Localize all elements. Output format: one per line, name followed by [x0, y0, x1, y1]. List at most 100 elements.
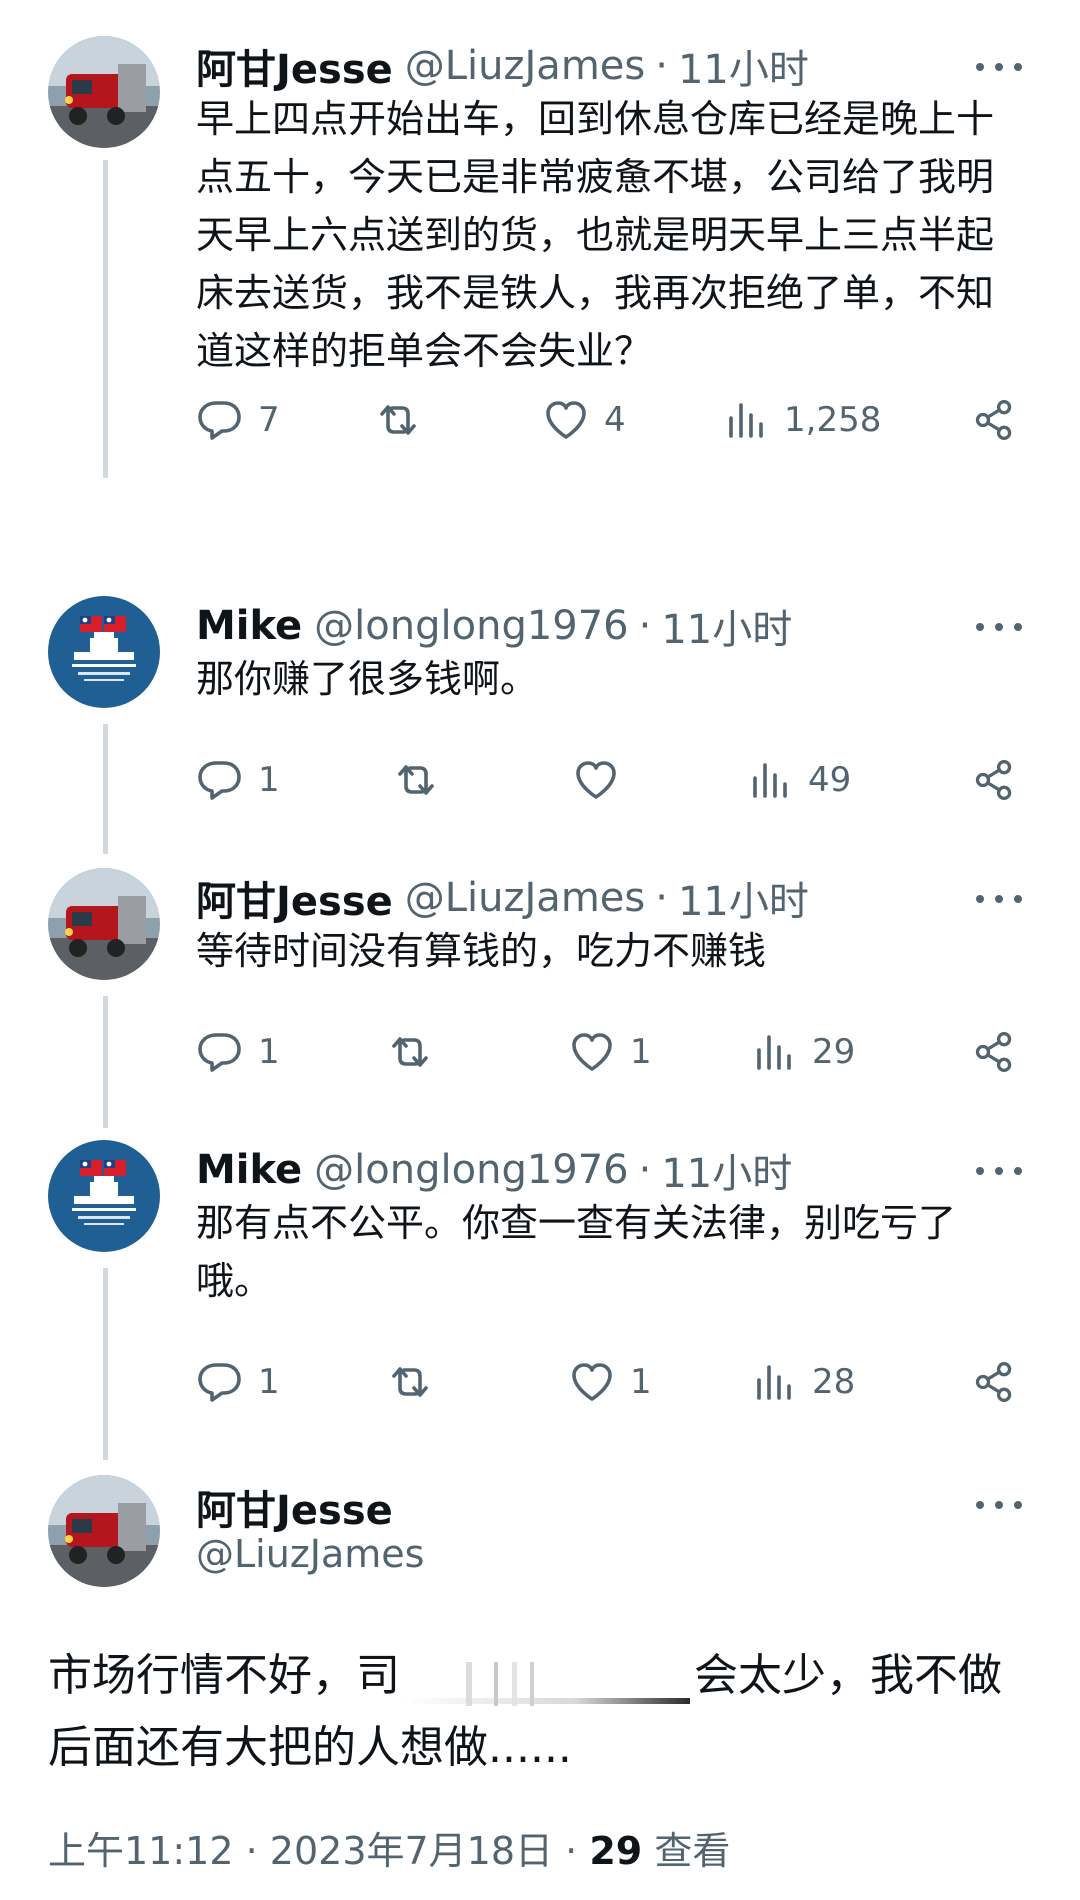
tweet-header: Mike @longlong1976 · 11小时 — [196, 1140, 792, 1200]
separator: · — [565, 1829, 578, 1873]
user-handle[interactable]: @longlong1976 — [314, 1147, 628, 1193]
retweet-icon — [380, 405, 416, 435]
reply-icon — [198, 401, 241, 440]
reply-icon — [198, 761, 241, 800]
emblem-avatar[interactable] — [48, 1140, 160, 1252]
post-time[interactable]: 上午11:12 — [48, 1829, 234, 1873]
view-count: 1,258 — [784, 400, 882, 440]
views-label: 查看 — [654, 1829, 731, 1873]
more-icon[interactable] — [976, 52, 1022, 82]
user-handle[interactable]: @LiuzJames — [405, 43, 645, 89]
reply-button[interactable]: 1 — [196, 750, 280, 810]
views-icon — [729, 403, 763, 438]
like-button[interactable]: 1 — [568, 1352, 652, 1412]
like-button[interactable] — [572, 750, 634, 810]
thread-line — [103, 160, 108, 478]
tweet-text: 早上四点开始出车，回到休息仓库已经是晚上十点五十，今天已是非常疲惫不堪，公司给了… — [196, 97, 995, 373]
user-handle[interactable]: @longlong1976 — [314, 603, 628, 649]
more-icon[interactable] — [976, 884, 1022, 914]
retweet-button[interactable] — [386, 1022, 448, 1082]
retweet-icon — [392, 1037, 428, 1067]
action-bar: 1 1 28 — [196, 1352, 1036, 1412]
tweet-text: 那你赚了很多钱啊。 — [196, 657, 539, 701]
thread-line — [103, 1268, 108, 1460]
views-icon — [753, 763, 787, 798]
tweet-text: 那有点不公平。你查一查有关法律，别吃亏了哦。 — [196, 1201, 957, 1303]
more-icon[interactable] — [976, 1490, 1022, 1520]
user-handle[interactable]: @LiuzJames — [196, 1532, 424, 1576]
emblem-avatar[interactable] — [48, 596, 160, 708]
separator: · — [638, 603, 652, 649]
reply-button[interactable]: 1 — [196, 1022, 280, 1082]
action-bar: 1 1 29 — [196, 1022, 1036, 1082]
reply-count: 7 — [258, 400, 280, 440]
share-button[interactable] — [972, 1352, 1016, 1412]
view-count: 29 — [589, 1829, 643, 1873]
separator: · — [638, 1147, 652, 1193]
action-bar: 7 4 1,258 — [196, 390, 1036, 450]
views-button[interactable]: 49 — [746, 750, 851, 810]
user-handle[interactable]: @LiuzJames — [405, 875, 645, 921]
reply-button[interactable]: 1 — [196, 1352, 280, 1412]
reply-count: 1 — [258, 1032, 280, 1072]
views-icon — [757, 1035, 791, 1070]
like-count: 1 — [630, 1032, 652, 1072]
tweet-text: 等待时间没有算钱的，吃力不赚钱 — [196, 929, 767, 973]
separator: · — [655, 875, 668, 921]
views-button[interactable]: 28 — [750, 1352, 855, 1412]
like-count: 1 — [630, 1362, 652, 1402]
timestamp[interactable]: 11小时 — [678, 37, 809, 95]
reply-count: 1 — [258, 760, 280, 800]
heart-icon — [576, 761, 616, 799]
display-name[interactable]: 阿甘Jesse — [196, 37, 393, 95]
separator: · — [655, 43, 668, 89]
heart-icon — [572, 1033, 612, 1071]
tweet-header: Mike @longlong1976 · 11小时 — [196, 596, 792, 656]
reply-icon — [198, 1363, 241, 1402]
view-count: 29 — [812, 1032, 856, 1072]
like-button[interactable]: 4 — [542, 390, 626, 450]
more-icon[interactable] — [976, 1156, 1022, 1186]
views-icon — [757, 1365, 791, 1400]
share-button[interactable] — [972, 1022, 1016, 1082]
tweet-header: 阿甘Jesse @LiuzJames · 11小时 — [196, 36, 809, 96]
truck-avatar[interactable] — [48, 36, 160, 148]
reply-icon — [198, 1033, 241, 1072]
views-button[interactable]: 1,258 — [722, 390, 881, 450]
display-name[interactable]: 阿甘Jesse — [196, 869, 393, 927]
timestamp[interactable]: 11小时 — [678, 869, 809, 927]
reply-count: 1 — [258, 1362, 280, 1402]
timestamp[interactable]: 11小时 — [661, 1141, 792, 1199]
separator: · — [245, 1829, 258, 1873]
action-bar: 1 49 — [196, 750, 1036, 810]
retweet-button[interactable] — [374, 390, 436, 450]
more-icon[interactable] — [976, 612, 1022, 642]
thread-line — [103, 996, 108, 1128]
truck-avatar[interactable] — [48, 868, 160, 980]
display-name[interactable]: Mike — [196, 1147, 302, 1193]
share-icon — [975, 1032, 1012, 1072]
timestamp[interactable]: 11小时 — [661, 597, 792, 655]
display-name[interactable]: 阿甘Jesse — [196, 1478, 393, 1536]
retweet-button[interactable] — [392, 750, 454, 810]
reply-button[interactable]: 7 — [196, 390, 280, 450]
redacted-region — [404, 1656, 690, 1706]
share-button[interactable] — [972, 390, 1016, 450]
heart-icon — [572, 1363, 612, 1401]
display-name[interactable]: Mike — [196, 603, 302, 649]
views-button[interactable]: 29 — [750, 1022, 855, 1082]
retweet-button[interactable] — [386, 1352, 448, 1412]
heart-icon — [546, 401, 586, 439]
share-button[interactable] — [972, 750, 1016, 810]
share-icon — [975, 1362, 1012, 1402]
truck-avatar[interactable] — [48, 1475, 160, 1587]
text-before-redaction: 市场行情不好，司 — [48, 1650, 400, 1701]
retweet-icon — [392, 1367, 428, 1397]
view-count: 28 — [812, 1362, 856, 1402]
main-tweet-text: 市场行情不好，司 会太少，我不做后面还有大把的人想做...... — [48, 1640, 1038, 1784]
like-count: 4 — [604, 400, 626, 440]
view-count: 49 — [808, 760, 852, 800]
share-icon — [975, 400, 1012, 440]
like-button[interactable]: 1 — [568, 1022, 652, 1082]
post-date[interactable]: 2023年7月18日 — [270, 1829, 553, 1873]
